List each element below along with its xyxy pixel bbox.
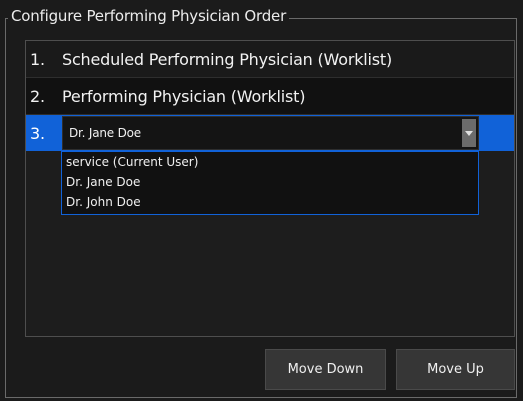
physician-combobox[interactable]: Dr. Jane Doe [62, 116, 479, 150]
chevron-down-icon [465, 130, 473, 136]
move-up-button[interactable]: Move Up [396, 349, 515, 390]
move-down-button[interactable]: Move Down [265, 349, 386, 390]
list-row[interactable]: 1. Scheduled Performing Physician (Workl… [26, 41, 514, 78]
dropdown-option[interactable]: service (Current User) [62, 152, 478, 172]
row-index: 3. [30, 123, 45, 143]
dropdown-list: service (Current User) Dr. Jane Doe Dr. … [61, 151, 479, 215]
row-index: 2. [30, 86, 45, 106]
combobox-value: Dr. Jane Doe [69, 126, 141, 140]
dropdown-option[interactable]: Dr. Jane Doe [62, 172, 478, 192]
list-row-selected[interactable]: 3. Dr. Jane Doe [26, 115, 514, 151]
row-index: 1. [30, 49, 45, 69]
list-row[interactable]: 2. Performing Physician (Worklist) [26, 78, 514, 115]
row-label: Scheduled Performing Physician (Worklist… [62, 49, 393, 69]
row-label: Performing Physician (Worklist) [62, 86, 306, 106]
group-box-title: Configure Performing Physician Order [8, 6, 290, 26]
dropdown-button[interactable] [462, 119, 476, 147]
dropdown-option[interactable]: Dr. John Doe [62, 192, 478, 212]
